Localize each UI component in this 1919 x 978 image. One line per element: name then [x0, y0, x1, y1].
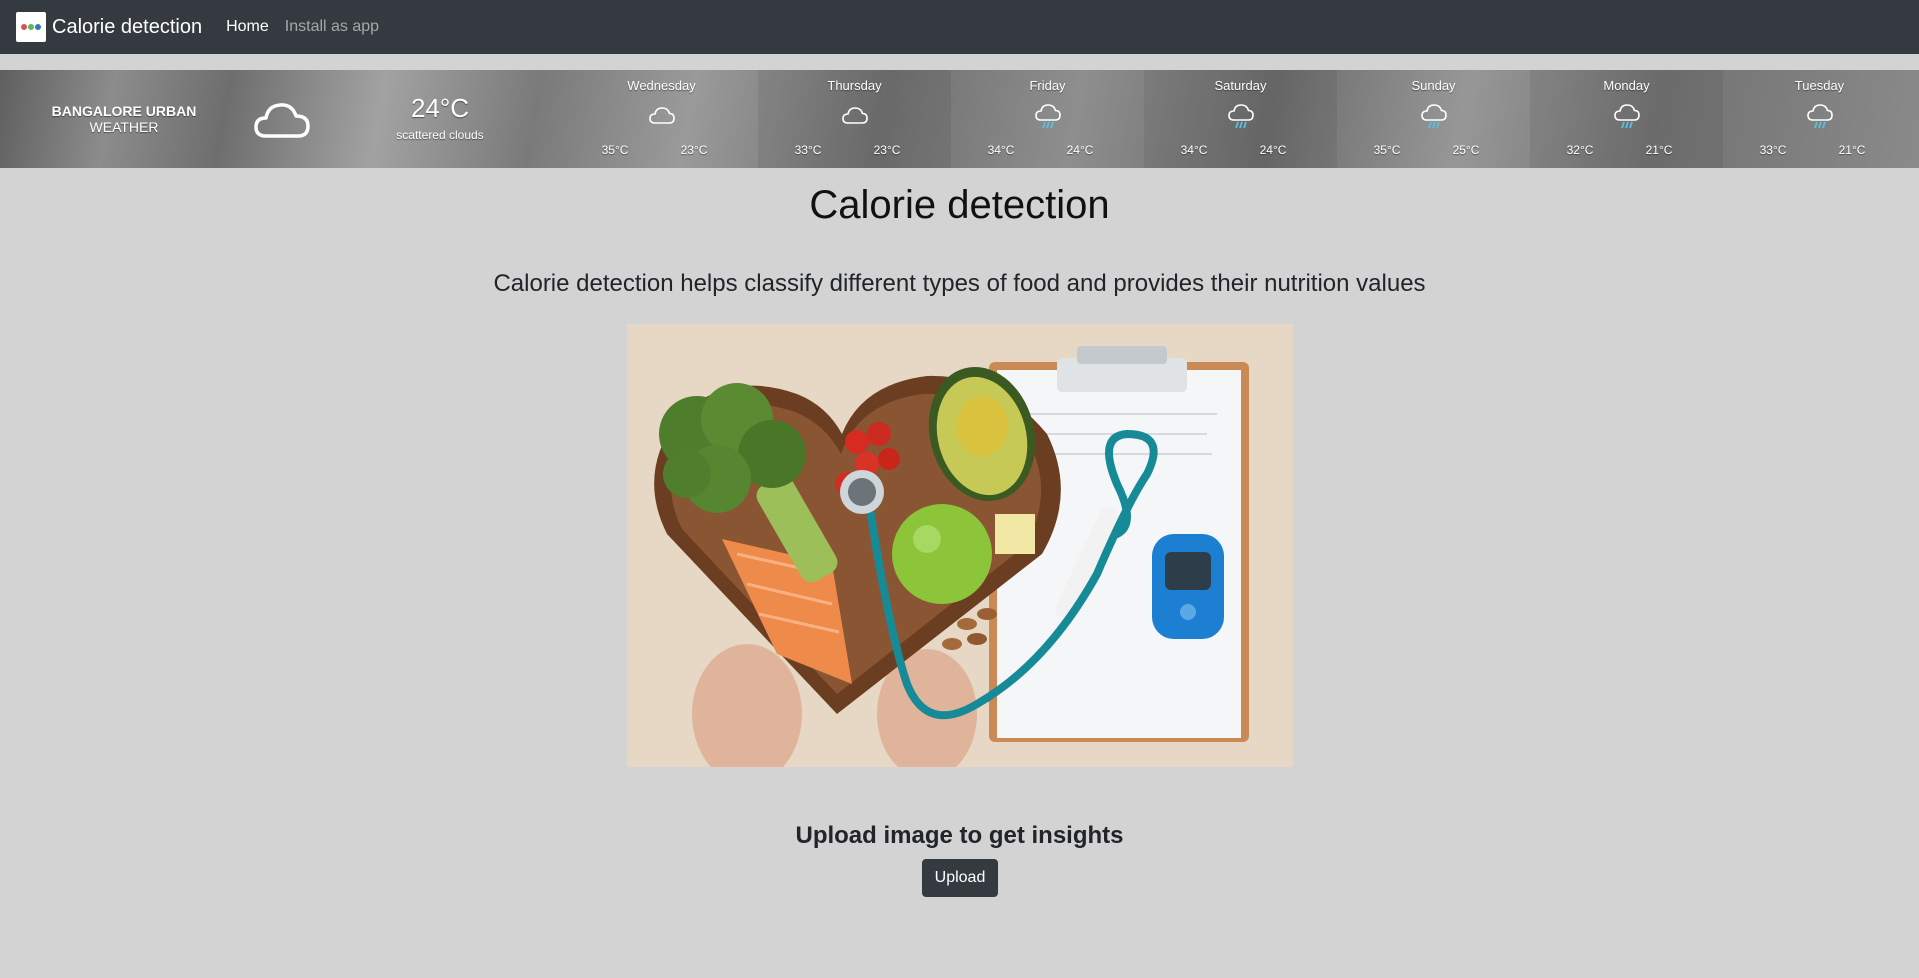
forecast-day: Sunday 35°C 25°C	[1337, 70, 1530, 168]
forecast-low: 23°C	[680, 143, 708, 157]
forecast-day-name: Sunday	[1411, 78, 1456, 93]
forecast-high: 33°C	[794, 143, 822, 157]
current-description: scattered clouds	[396, 128, 484, 142]
current-temperature: 24°C	[410, 93, 470, 123]
forecast-day-name: Thursday	[827, 78, 882, 93]
upload-heading: Upload image to get insights	[795, 822, 1124, 849]
weather-widget: BANGALORE URBAN WEATHER 24°C scattered c…	[0, 70, 1919, 168]
nav-link-install-as-app[interactable]: Install as app	[285, 18, 379, 36]
brand-title[interactable]: Calorie detection	[52, 16, 202, 39]
forecast-low: 24°C	[1066, 143, 1094, 157]
forecast-day-name: Tuesday	[1794, 78, 1845, 93]
nav-link-home[interactable]: Home	[226, 18, 269, 36]
logo-icon	[21, 24, 41, 30]
forecast-day: Friday 34°C 24°C	[951, 70, 1144, 168]
rain-cloud-icon	[1614, 104, 1640, 129]
cloud-icon	[842, 107, 868, 124]
forecast-day: Monday 32°C 21°C	[1530, 70, 1723, 168]
rain-cloud-icon	[1035, 104, 1061, 129]
forecast-day: Thursday 33°C 23°C	[758, 70, 951, 168]
forecast-day: Saturday 34°C 24°C	[1144, 70, 1337, 168]
upload-button[interactable]: Upload	[922, 859, 998, 897]
forecast-high: 34°C	[1180, 143, 1208, 157]
forecast-low: 21°C	[1645, 143, 1673, 157]
weather-city: BANGALORE URBAN	[51, 103, 197, 119]
cloud-icon	[254, 103, 310, 138]
healthy-food-illustration	[627, 324, 1293, 767]
forecast-day-name: Wednesday	[627, 78, 696, 93]
page-description: Calorie detection helps classify differe…	[493, 270, 1426, 297]
navbar: Calorie detection Home Install as app	[0, 0, 1919, 54]
forecast-day-name: Saturday	[1214, 78, 1267, 93]
weather-location: BANGALORE URBAN WEATHER	[24, 103, 224, 135]
hero-image	[627, 324, 1293, 767]
forecast-day-name: Friday	[1029, 78, 1066, 93]
forecast-low: 24°C	[1259, 143, 1287, 157]
forecast-high: 33°C	[1759, 143, 1787, 157]
brand-logo[interactable]	[16, 12, 46, 42]
rain-cloud-icon	[1228, 104, 1254, 129]
forecast-high: 34°C	[987, 143, 1015, 157]
cloud-icon	[649, 107, 675, 124]
weather-label: WEATHER	[89, 119, 159, 135]
forecast-high: 32°C	[1566, 143, 1594, 157]
forecast-low: 21°C	[1838, 143, 1866, 157]
rain-cloud-icon	[1807, 104, 1833, 129]
rain-cloud-icon	[1421, 104, 1447, 129]
forecast-high: 35°C	[601, 143, 629, 157]
forecast-high: 35°C	[1373, 143, 1401, 157]
forecast-day: Wednesday 35°C 23°C	[565, 70, 758, 168]
forecast-low: 25°C	[1452, 143, 1480, 157]
forecast-low: 23°C	[873, 143, 901, 157]
forecast-day-name: Monday	[1603, 78, 1650, 93]
page-title: Calorie detection	[809, 183, 1110, 227]
forecast-day: Tuesday 33°C 21°C	[1723, 70, 1916, 168]
